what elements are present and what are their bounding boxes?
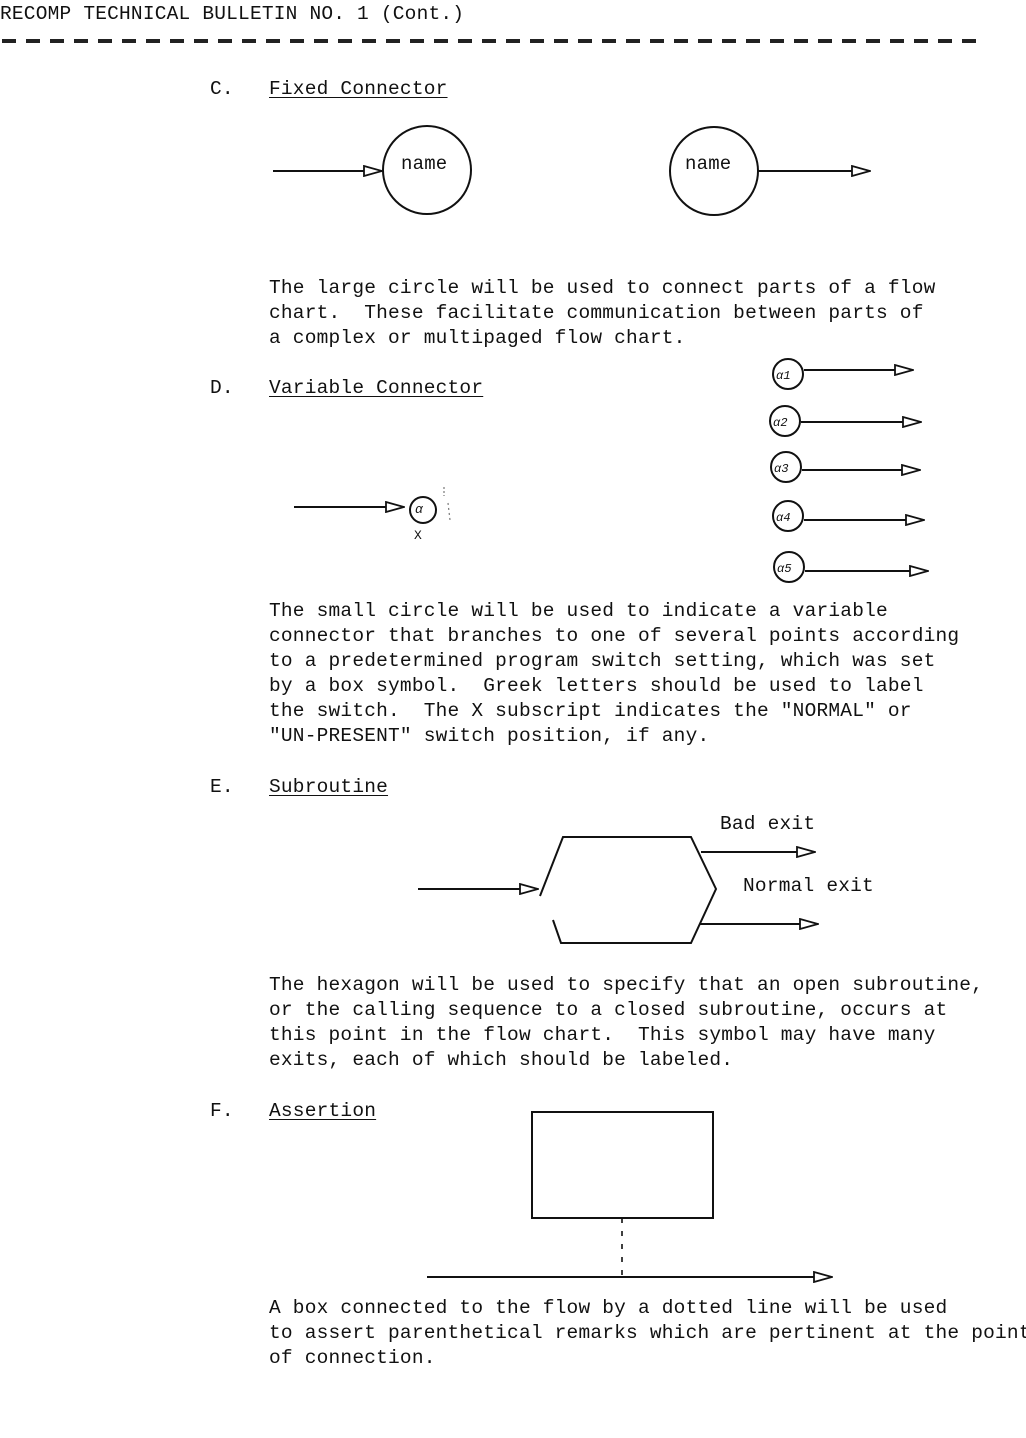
- section-c-heading: Fixed Connector: [269, 78, 448, 100]
- subroutine-hexagon: [539, 836, 718, 944]
- branch-connector: [772, 358, 913, 390]
- branch-connector: [773, 551, 928, 583]
- section-d-body-line: the switch. The X subscript indicates th…: [269, 700, 912, 722]
- fixed-connector-label-right: name: [685, 153, 732, 175]
- section-d-body-line: connector that branches to one of severa…: [269, 625, 960, 647]
- section-f-body-line: A box connected to the flow by a dotted …: [269, 1297, 948, 1319]
- section-d-body-line: "UN-PRESENT" switch position, if any.: [269, 725, 710, 747]
- assertion-box: [531, 1111, 714, 1219]
- branch-connector: [772, 500, 924, 532]
- variable-connector-label: α: [415, 502, 424, 517]
- section-c-body-line: The large circle will be used to connect…: [269, 277, 936, 299]
- branch-label: α4: [776, 511, 791, 525]
- bad-exit-label: Bad exit: [720, 813, 816, 835]
- assertion-diagram: [427, 1111, 832, 1277]
- section-d-body-line: by a box symbol. Greek letters should be…: [269, 675, 924, 697]
- section-c-letter: C.: [210, 78, 234, 100]
- section-e-body-line: this point in the flow chart. This symbo…: [269, 1024, 936, 1046]
- variable-connector: [294, 487, 451, 524]
- fixed-connector-label-left: name: [401, 153, 448, 175]
- section-e-heading: Subroutine: [269, 776, 389, 798]
- section-e-body-line: The hexagon will be used to specify that…: [269, 974, 984, 996]
- branch-label: α1: [776, 369, 791, 383]
- section-e-body-line: or the calling sequence to a closed subr…: [269, 999, 948, 1021]
- section-f-body-line: to assert parenthetical remarks which ar…: [269, 1322, 1026, 1344]
- section-f-letter: F.: [210, 1100, 234, 1122]
- section-f-heading: Assertion: [269, 1100, 377, 1122]
- branch-connectors: [769, 358, 928, 583]
- section-c-body-line: chart. These facilitate communication be…: [269, 302, 924, 324]
- normal-exit-label: Normal exit: [743, 875, 874, 897]
- section-c-body-line: a complex or multipaged flow chart.: [269, 327, 686, 349]
- section-d-letter: D.: [210, 377, 234, 399]
- variable-connector-subscript: X: [414, 528, 423, 543]
- section-d-body-line: to a predetermined program switch settin…: [269, 650, 936, 672]
- branch-label: α5: [777, 562, 792, 576]
- branch-label: α2: [773, 416, 788, 430]
- section-e-body-line: exits, each of which should be labeled.: [269, 1049, 734, 1071]
- section-f-body-line: of connection.: [269, 1347, 436, 1369]
- section-d-heading: Variable Connector: [269, 377, 484, 399]
- section-d-body-line: The small circle will be used to indicat…: [269, 600, 888, 622]
- branch-connector: [769, 405, 921, 437]
- section-e-letter: E.: [210, 776, 234, 798]
- branch-label: α3: [774, 462, 789, 476]
- branch-connector: [770, 451, 920, 483]
